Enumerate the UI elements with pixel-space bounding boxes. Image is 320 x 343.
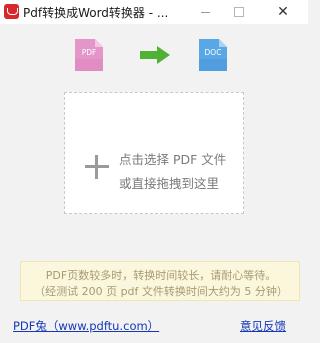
- maximize-icon: [234, 7, 244, 17]
- drop-zone-select-text[interactable]: 点击选择 PDF 文件: [119, 149, 226, 168]
- notice-line-2: （经测试 200 页 pdf 文件转换时间大约为 5 分钟）: [34, 285, 288, 298]
- notice-box: PDF页数较多时，转换时间较长，请耐心等待。 （经测试 200 页 pdf 文件…: [20, 261, 300, 301]
- notice-line-1: PDF页数较多时，转换时间较长，请耐心等待。: [45, 269, 277, 282]
- pdf-icon-label: PDF: [82, 48, 97, 57]
- drop-zone-drag-text[interactable]: 或直接拖拽到这里: [119, 173, 219, 192]
- close-icon: ✕: [277, 4, 289, 20]
- doc-icon-label: DOC: [205, 48, 222, 57]
- doc-file-icon: DOC: [199, 39, 227, 71]
- close-button[interactable]: ✕: [266, 0, 300, 24]
- maximize-button[interactable]: [222, 0, 256, 24]
- feedback-link[interactable]: 意见反馈: [240, 318, 286, 334]
- window-title: Pdf转换成Word转换器 - ...: [23, 6, 169, 20]
- title-bar: Pdf转换成Word转换器 - ... ✕: [0, 0, 308, 24]
- app-icon: [4, 4, 19, 19]
- arrow-right-icon: [140, 46, 170, 64]
- pdftu-website-link[interactable]: PDF兔（www.pdftu.com）: [13, 318, 159, 334]
- minimize-icon: [200, 11, 210, 13]
- minimize-button[interactable]: [188, 0, 222, 24]
- plus-icon[interactable]: [85, 155, 109, 179]
- pdf-file-icon: PDF: [75, 39, 103, 71]
